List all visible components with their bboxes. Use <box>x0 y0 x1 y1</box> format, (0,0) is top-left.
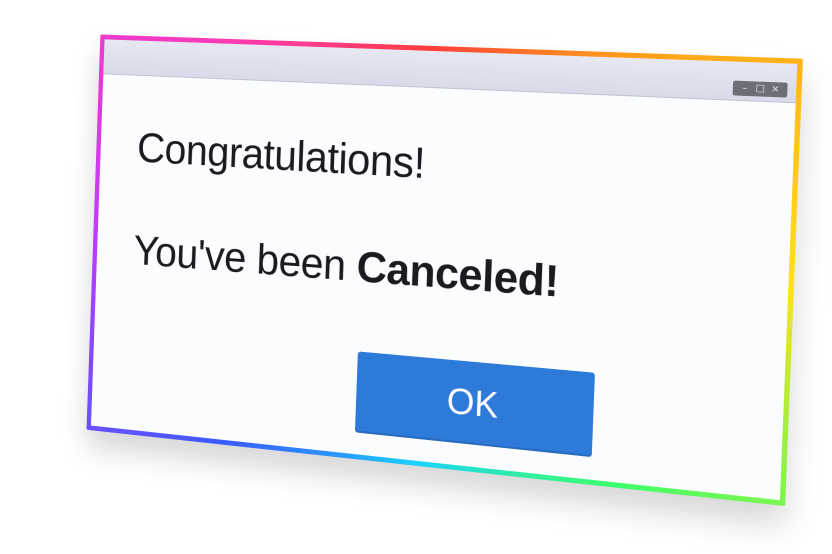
congratulations-dialog: – □ × Congratulations! You've been Cance… <box>90 39 798 501</box>
cancellation-message: You've been Canceled! <box>133 227 560 308</box>
message-emphasis: Canceled! <box>355 242 560 307</box>
rainbow-window-border: – □ × Congratulations! You've been Cance… <box>86 34 803 507</box>
title-bar[interactable]: – □ × <box>103 39 798 104</box>
screen: – □ × Congratulations! You've been Cance… <box>0 0 832 554</box>
ok-button[interactable]: OK <box>354 351 595 458</box>
maximize-icon[interactable]: □ <box>754 81 765 96</box>
close-icon[interactable]: × <box>770 82 782 97</box>
message-prefix: You've been <box>132 226 358 291</box>
window-controls: – □ × <box>732 80 788 98</box>
minimize-icon[interactable]: – <box>739 81 750 96</box>
headline: Congratulations! <box>136 124 426 188</box>
